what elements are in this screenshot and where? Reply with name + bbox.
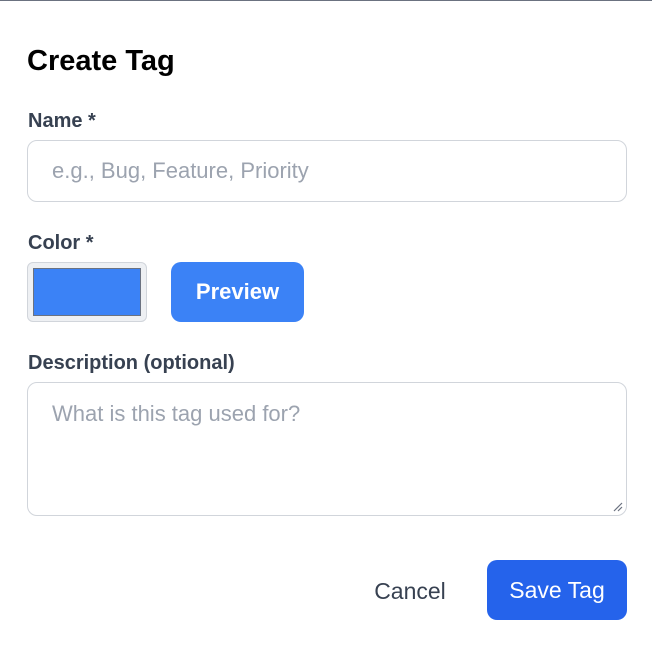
color-label: Color * xyxy=(28,232,94,254)
description-textarea[interactable] xyxy=(27,382,627,516)
resize-handle-icon[interactable] xyxy=(611,500,623,512)
create-tag-dialog: Create Tag Name * Color * Preview Descri… xyxy=(0,0,652,652)
tag-preview: Preview xyxy=(171,262,304,322)
description-label: Description (optional) xyxy=(28,352,235,374)
name-label: Name * xyxy=(28,110,96,132)
color-swatch xyxy=(33,268,141,316)
name-input[interactable] xyxy=(27,140,627,202)
cancel-button[interactable]: Cancel xyxy=(360,561,460,621)
save-tag-button[interactable]: Save Tag xyxy=(487,560,627,620)
dialog-title: Create Tag xyxy=(27,45,175,77)
color-picker[interactable] xyxy=(27,262,147,322)
